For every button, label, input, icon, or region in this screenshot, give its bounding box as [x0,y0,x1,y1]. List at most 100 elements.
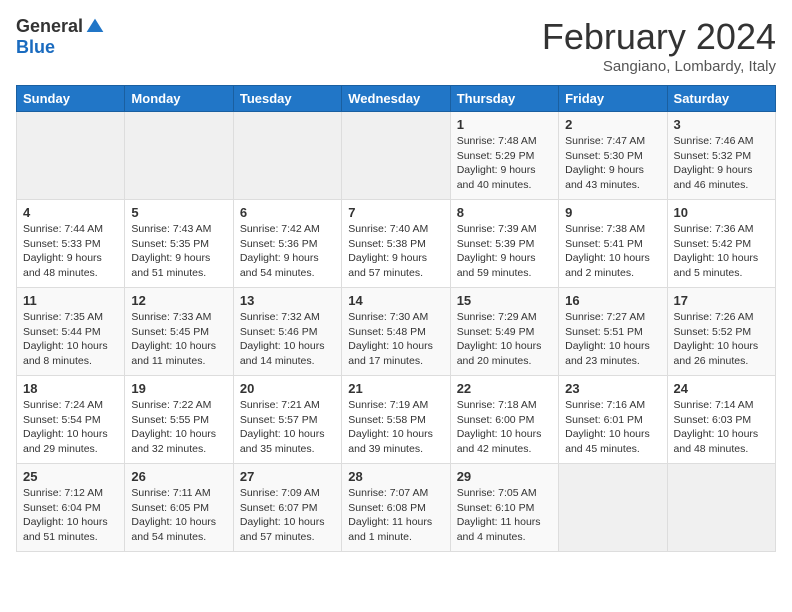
day-info: Sunrise: 7:18 AM Sunset: 6:00 PM Dayligh… [457,398,552,457]
calendar-cell: 3 Sunrise: 7:46 AM Sunset: 5:32 PM Daylig… [667,112,775,200]
day-number: 10 [674,205,769,220]
day-info: Sunrise: 7:36 AM Sunset: 5:42 PM Dayligh… [674,222,769,281]
weekday-header: Wednesday [342,86,450,112]
weekday-header: Tuesday [233,86,341,112]
day-number: 28 [348,469,443,484]
day-info: Sunrise: 7:11 AM Sunset: 6:05 PM Dayligh… [131,486,226,545]
calendar-cell: 19Sunrise: 7:22 AM Sunset: 5:55 PM Dayli… [125,376,233,464]
day-info: Sunrise: 7:44 AM Sunset: 5:33 PM Dayligh… [23,222,118,281]
day-info: Sunrise: 7:27 AM Sunset: 5:51 PM Dayligh… [565,310,660,369]
calendar-cell: 22Sunrise: 7:18 AM Sunset: 6:00 PM Dayli… [450,376,558,464]
day-number: 11 [23,293,118,308]
weekday-row: SundayMondayTuesdayWednesdayThursdayFrid… [17,86,776,112]
calendar-cell: 9 Sunrise: 7:38 AM Sunset: 5:41 PM Daylig… [559,200,667,288]
calendar-cell [17,112,125,200]
calendar-cell: 10 Sunrise: 7:36 AM Sunset: 5:42 PM Dayli… [667,200,775,288]
day-info: Sunrise: 7:09 AM Sunset: 6:07 PM Dayligh… [240,486,335,545]
day-number: 2 [565,117,660,132]
calendar-cell [667,464,775,552]
day-number: 13 [240,293,335,308]
calendar-cell: 27 Sunrise: 7:09 AM Sunset: 6:07 PM Dayli… [233,464,341,552]
day-number: 23 [565,381,660,396]
day-info: Sunrise: 7:38 AM Sunset: 5:41 PM Dayligh… [565,222,660,281]
calendar-cell: 26 Sunrise: 7:11 AM Sunset: 6:05 PM Dayli… [125,464,233,552]
calendar-cell: 17 Sunrise: 7:26 AM Sunset: 5:52 PM Dayli… [667,288,775,376]
calendar-cell [559,464,667,552]
calendar-cell: 8 Sunrise: 7:39 AM Sunset: 5:39 PM Daylig… [450,200,558,288]
day-info: Sunrise: 7:14 AM Sunset: 6:03 PM Dayligh… [674,398,769,457]
weekday-header: Friday [559,86,667,112]
title-area: February 2024 Sangiano, Lombardy, Italy [542,16,776,75]
weekday-header: Sunday [17,86,125,112]
calendar-header: SundayMondayTuesdayWednesdayThursdayFrid… [17,86,776,112]
day-number: 16 [565,293,660,308]
logo-icon [85,17,105,37]
day-info: Sunrise: 7:35 AM Sunset: 5:44 PM Dayligh… [23,310,118,369]
day-number: 5 [131,205,226,220]
calendar-week-row: 18 Sunrise: 7:24 AM Sunset: 5:54 PM Dayli… [17,376,776,464]
day-info: Sunrise: 7:40 AM Sunset: 5:38 PM Dayligh… [348,222,443,281]
calendar-cell: 25 Sunrise: 7:12 AM Sunset: 6:04 PM Dayli… [17,464,125,552]
day-info: Sunrise: 7:21 AM Sunset: 5:57 PM Dayligh… [240,398,335,457]
calendar-cell: 12 Sunrise: 7:33 AM Sunset: 5:45 PM Dayli… [125,288,233,376]
day-number: 29 [457,469,552,484]
calendar-cell: 14Sunrise: 7:30 AM Sunset: 5:48 PM Dayli… [342,288,450,376]
weekday-header: Saturday [667,86,775,112]
day-number: 8 [457,205,552,220]
calendar-week-row: 25 Sunrise: 7:12 AM Sunset: 6:04 PM Dayli… [17,464,776,552]
calendar-cell: 20 Sunrise: 7:21 AM Sunset: 5:57 PM Dayli… [233,376,341,464]
calendar-cell: 15Sunrise: 7:29 AM Sunset: 5:49 PM Dayli… [450,288,558,376]
day-number: 25 [23,469,118,484]
day-number: 14 [348,293,443,308]
location-subtitle: Sangiano, Lombardy, Italy [542,58,776,75]
day-number: 18 [23,381,118,396]
weekday-header: Thursday [450,86,558,112]
day-number: 26 [131,469,226,484]
calendar-week-row: 11 Sunrise: 7:35 AM Sunset: 5:44 PM Dayli… [17,288,776,376]
calendar-body: 1 Sunrise: 7:48 AM Sunset: 5:29 PM Daylig… [17,112,776,552]
day-info: Sunrise: 7:19 AM Sunset: 5:58 PM Dayligh… [348,398,443,457]
day-number: 21 [348,381,443,396]
day-info: Sunrise: 7:24 AM Sunset: 5:54 PM Dayligh… [23,398,118,457]
calendar-cell: 23 Sunrise: 7:16 AM Sunset: 6:01 PM Dayli… [559,376,667,464]
calendar-cell: 18 Sunrise: 7:24 AM Sunset: 5:54 PM Dayli… [17,376,125,464]
day-info: Sunrise: 7:12 AM Sunset: 6:04 PM Dayligh… [23,486,118,545]
day-info: Sunrise: 7:16 AM Sunset: 6:01 PM Dayligh… [565,398,660,457]
calendar-cell: 7Sunrise: 7:40 AM Sunset: 5:38 PM Daylig… [342,200,450,288]
day-info: Sunrise: 7:43 AM Sunset: 5:35 PM Dayligh… [131,222,226,281]
calendar-week-row: 1 Sunrise: 7:48 AM Sunset: 5:29 PM Daylig… [17,112,776,200]
day-number: 27 [240,469,335,484]
day-info: Sunrise: 7:22 AM Sunset: 5:55 PM Dayligh… [131,398,226,457]
day-number: 1 [457,117,552,132]
calendar-cell: 16 Sunrise: 7:27 AM Sunset: 5:51 PM Dayli… [559,288,667,376]
month-title: February 2024 [542,16,776,58]
logo-general-text: General [16,16,83,37]
day-info: Sunrise: 7:33 AM Sunset: 5:45 PM Dayligh… [131,310,226,369]
day-number: 3 [674,117,769,132]
page-header: General Blue February 2024 Sangiano, Lom… [16,16,776,75]
calendar-cell: 28 Sunrise: 7:07 AM Sunset: 6:08 PM Dayli… [342,464,450,552]
logo: General Blue [16,16,105,58]
day-number: 9 [565,205,660,220]
weekday-header: Monday [125,86,233,112]
day-info: Sunrise: 7:29 AM Sunset: 5:49 PM Dayligh… [457,310,552,369]
day-number: 24 [674,381,769,396]
day-info: Sunrise: 7:32 AM Sunset: 5:46 PM Dayligh… [240,310,335,369]
day-info: Sunrise: 7:47 AM Sunset: 5:30 PM Dayligh… [565,134,660,193]
day-info: Sunrise: 7:48 AM Sunset: 5:29 PM Dayligh… [457,134,552,193]
calendar-cell: 1 Sunrise: 7:48 AM Sunset: 5:29 PM Daylig… [450,112,558,200]
day-number: 12 [131,293,226,308]
day-info: Sunrise: 7:05 AM Sunset: 6:10 PM Dayligh… [457,486,552,545]
day-info: Sunrise: 7:26 AM Sunset: 5:52 PM Dayligh… [674,310,769,369]
calendar-cell: 2 Sunrise: 7:47 AM Sunset: 5:30 PM Daylig… [559,112,667,200]
calendar-week-row: 4Sunrise: 7:44 AM Sunset: 5:33 PM Daylig… [17,200,776,288]
day-info: Sunrise: 7:39 AM Sunset: 5:39 PM Dayligh… [457,222,552,281]
day-number: 20 [240,381,335,396]
day-number: 17 [674,293,769,308]
day-info: Sunrise: 7:46 AM Sunset: 5:32 PM Dayligh… [674,134,769,193]
day-info: Sunrise: 7:07 AM Sunset: 6:08 PM Dayligh… [348,486,443,545]
calendar-cell: 13 Sunrise: 7:32 AM Sunset: 5:46 PM Dayli… [233,288,341,376]
calendar-cell: 11 Sunrise: 7:35 AM Sunset: 5:44 PM Dayli… [17,288,125,376]
calendar-cell: 4Sunrise: 7:44 AM Sunset: 5:33 PM Daylig… [17,200,125,288]
calendar-cell [233,112,341,200]
